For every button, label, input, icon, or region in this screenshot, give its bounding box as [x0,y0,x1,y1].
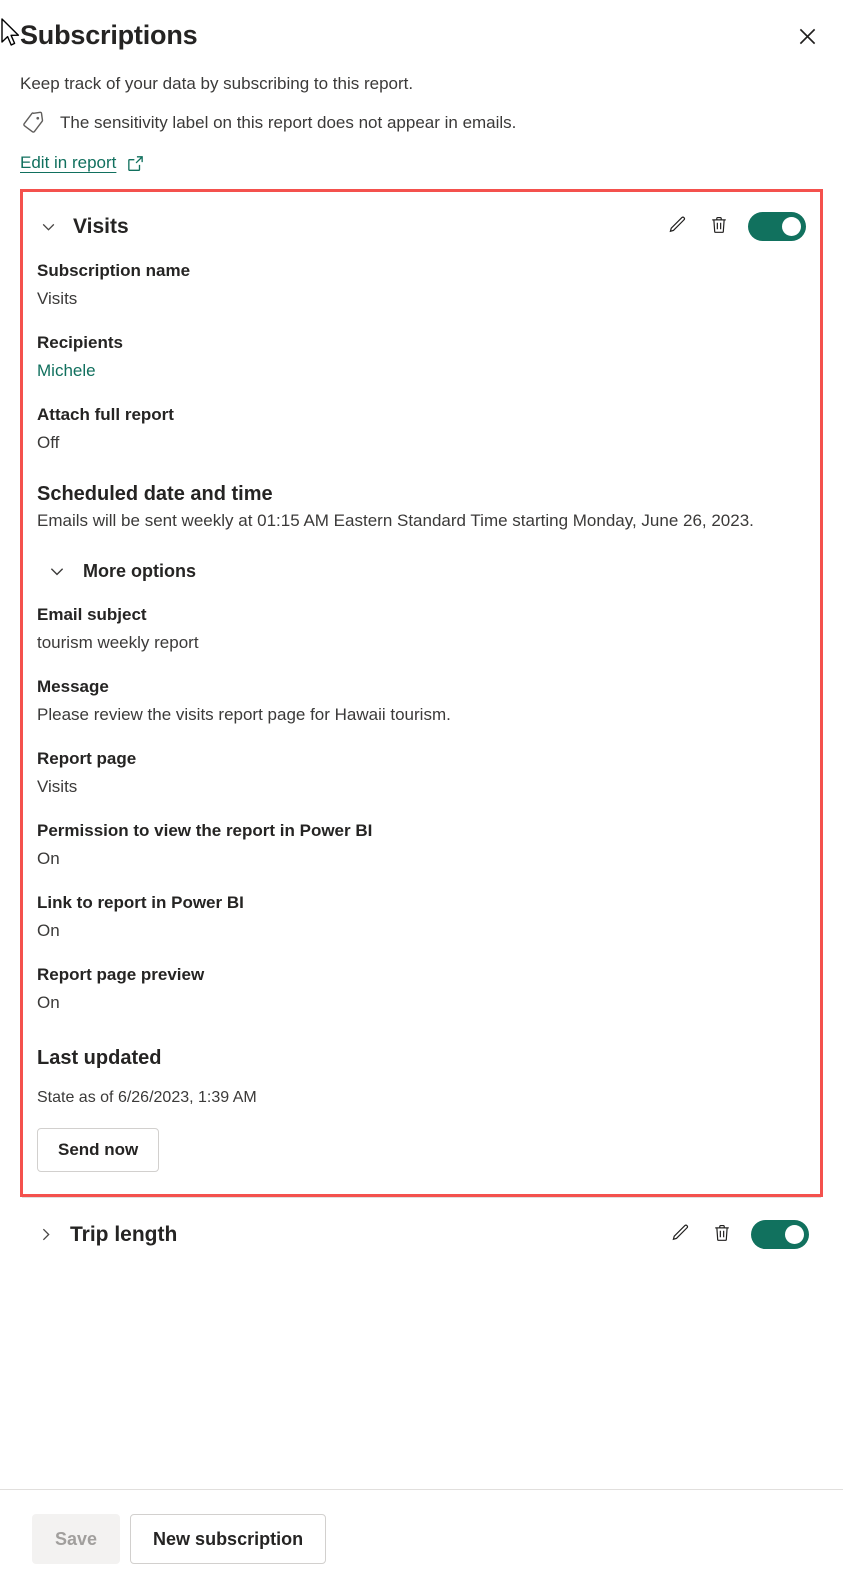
subscriptions-list: Visits Subscription name Visits Recipien… [0,174,843,1489]
sensitivity-label-text: The sensitivity label on this report doe… [60,113,517,132]
field-link-to-report: Link to report in Power BI On [37,891,806,943]
more-options-toggle[interactable]: More options [47,559,806,583]
subscription-header: Visits [23,192,820,251]
pencil-icon [669,1222,691,1247]
delete-subscription-button[interactable] [706,214,732,240]
field-value: tourism weekly report [37,633,199,652]
field-label: Permission to view the report in Power B… [37,821,373,840]
field-value: On [37,849,60,868]
field-value: Visits [37,289,78,308]
title-row: Subscriptions [20,18,823,52]
field-label: Subscription name [37,261,191,280]
field-email-subject: Email subject tourism weekly report [37,603,806,655]
field-label: Report page preview [37,965,205,984]
pane-subtitle: Keep track of your data by subscribing t… [20,74,414,93]
close-button[interactable] [791,20,823,52]
field-label: Link to report in Power BI [37,893,244,912]
field-value: On [37,921,60,940]
delete-subscription-button[interactable] [709,1222,735,1248]
pencil-icon [666,214,688,239]
edit-subscription-button[interactable] [664,214,690,240]
field-label: Last updated [37,1047,162,1069]
field-message: Message Please review the visits report … [37,675,806,727]
field-label: Scheduled date and time [37,483,273,505]
save-button[interactable]: Save [32,1514,121,1564]
toggle-knob [782,217,801,236]
field-report-page-preview: Report page preview On [37,963,806,1015]
field-attach-full-report: Attach full report Off [37,403,806,455]
subscription-actions [667,1220,809,1249]
field-value: Off [37,433,60,452]
tag-icon [20,110,46,136]
subscription-name: Trip length [70,1222,178,1246]
field-recipients: Recipients Michele [37,331,806,383]
last-updated-state: State as of 6/26/2023, 1:39 AM [37,1089,257,1106]
subscription-card-visits: Visits Subscription name Visits Recipien… [20,189,823,1197]
pane-footer: Save New subscription [0,1489,843,1588]
field-subscription-name: Subscription name Visits [37,259,806,311]
field-value: Please review the visits report page for… [37,705,451,724]
field-label: Attach full report [37,405,174,424]
sensitivity-notice: The sensitivity label on this report doe… [20,110,823,136]
chevron-down-icon [47,561,67,581]
trash-icon [708,214,730,239]
page-title: Subscriptions [20,20,198,50]
edit-in-report-row[interactable]: Edit in report [20,152,823,174]
subscriptions-pane: Subscriptions Keep track of your data by… [0,0,843,1588]
subscription-fields: Subscription name Visits Recipients Mich… [23,259,820,1172]
pane-header: Subscriptions Keep track of your data by… [0,0,843,174]
send-now-button[interactable]: Send now [37,1128,160,1172]
recipient-chip[interactable]: Michele [37,359,806,383]
field-report-page: Report page Visits [37,747,806,799]
trash-icon [711,1222,733,1247]
subscription-actions [664,212,806,241]
subscription-card-trip-length: Trip length [20,1198,823,1269]
field-value: Visits [37,777,78,796]
field-label: Recipients [37,333,123,352]
field-value: Emails will be sent weekly at 01:15 AM E… [37,511,754,530]
subscription-toggle[interactable] [748,212,806,241]
field-scheduled-date-time: Scheduled date and time Emails will be s… [37,481,806,533]
chevron-right-icon[interactable] [34,1224,56,1246]
edit-in-report-link[interactable]: Edit in report [20,152,116,174]
field-label: Report page [37,749,137,768]
field-permission-to-view: Permission to view the report in Power B… [37,819,806,871]
field-label: Message [37,677,109,696]
subscription-toggle[interactable] [751,1220,809,1249]
new-subscription-button[interactable]: New subscription [130,1514,327,1564]
field-value: On [37,993,60,1012]
external-link-icon[interactable] [126,154,145,173]
field-label: Email subject [37,605,147,624]
subscription-name: Visits [73,214,129,238]
chevron-down-icon[interactable] [37,216,59,238]
edit-subscription-button[interactable] [667,1222,693,1248]
toggle-knob [785,1225,804,1244]
more-options-label: More options [83,561,196,581]
close-icon [798,27,817,46]
field-last-updated: Last updated State as of 6/26/2023, 1:39… [37,1045,806,1172]
